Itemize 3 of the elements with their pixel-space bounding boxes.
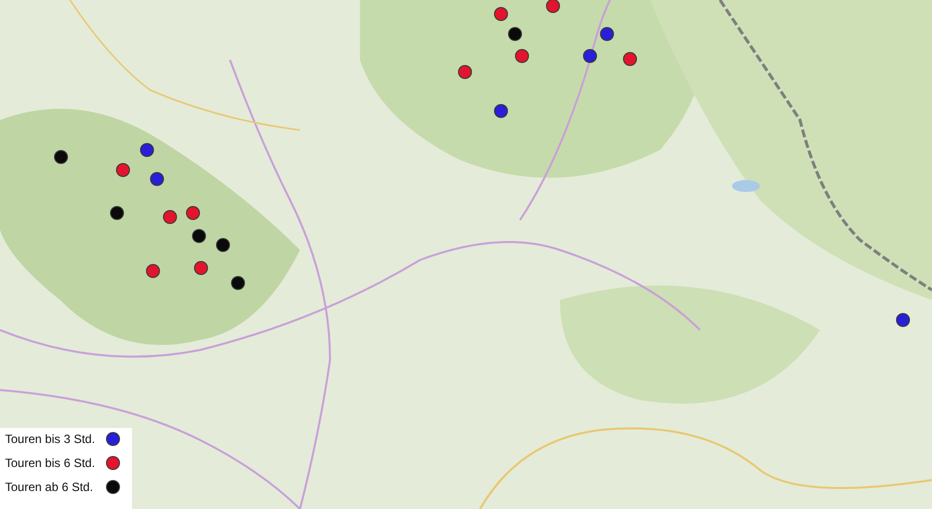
legend-label: Touren ab 6 Std. bbox=[5, 480, 94, 494]
legend-label: Touren bis 6 Std. bbox=[5, 456, 96, 470]
legend-label: Touren bis 3 Std. bbox=[5, 432, 96, 446]
